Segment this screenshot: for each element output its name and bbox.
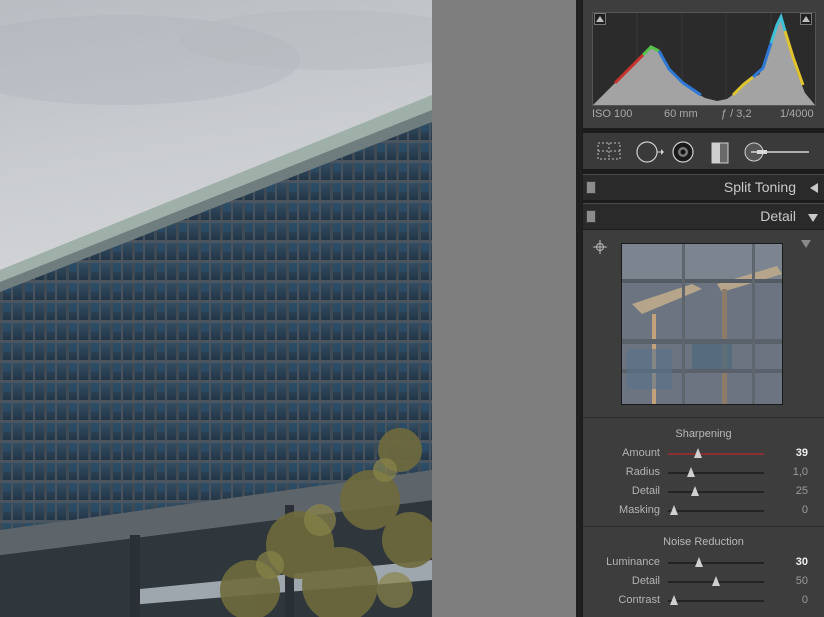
slider-label: Radius bbox=[625, 466, 660, 478]
focal-length-readout: 60 mm bbox=[664, 108, 698, 120]
slider-track[interactable] bbox=[668, 505, 764, 515]
slider-track[interactable] bbox=[668, 576, 764, 586]
sharpening-amount-slider[interactable]: Amount 39 bbox=[583, 445, 824, 463]
slider-value[interactable]: 0 bbox=[802, 504, 808, 516]
red-eye-icon[interactable] bbox=[671, 141, 695, 163]
photo-canvas[interactable] bbox=[0, 0, 432, 617]
spot-removal-icon[interactable] bbox=[635, 141, 665, 163]
building-photo bbox=[0, 10, 432, 617]
divider bbox=[583, 417, 824, 418]
graduated-filter-icon[interactable] bbox=[709, 141, 733, 165]
slider-track[interactable] bbox=[668, 448, 764, 458]
canvas-background bbox=[432, 0, 576, 617]
noise-reduction-title: Noise Reduction bbox=[663, 536, 744, 548]
iso-readout: ISO 100 bbox=[592, 108, 633, 120]
adjustment-brush-icon[interactable] bbox=[743, 141, 813, 163]
slider-thumb[interactable] bbox=[694, 557, 703, 567]
slider-thumb[interactable] bbox=[669, 595, 678, 605]
shadow-clipping-button[interactable] bbox=[594, 13, 606, 25]
slider-track[interactable] bbox=[668, 557, 764, 567]
slider-track[interactable] bbox=[668, 467, 764, 477]
preview-image bbox=[622, 244, 782, 404]
divider bbox=[583, 526, 824, 527]
slider-label: Luminance bbox=[606, 556, 660, 568]
highlight-clipping-button[interactable] bbox=[800, 13, 812, 25]
slider-label: Detail bbox=[631, 575, 660, 587]
slider-thumb[interactable] bbox=[693, 448, 702, 458]
slider-value[interactable]: 0 bbox=[802, 594, 808, 606]
detail-zoom-preview[interactable] bbox=[621, 243, 783, 405]
slider-value[interactable]: 50 bbox=[796, 575, 808, 587]
sharpening-detail-slider[interactable]: Detail 25 bbox=[583, 483, 824, 501]
slider-track[interactable] bbox=[668, 595, 764, 605]
aperture-readout: ƒ / 3,2 bbox=[721, 108, 752, 120]
panel-edge[interactable] bbox=[576, 0, 582, 617]
slider-thumb[interactable] bbox=[669, 505, 678, 515]
slider-track[interactable] bbox=[668, 486, 764, 496]
slider-value[interactable]: 30 bbox=[796, 556, 808, 568]
tool-strip bbox=[583, 133, 824, 169]
slider-label: Masking bbox=[619, 504, 660, 516]
slider-value[interactable]: 39 bbox=[796, 447, 808, 459]
histogram-curve bbox=[593, 12, 815, 105]
slider-value[interactable]: 25 bbox=[796, 485, 808, 497]
slider-thumb[interactable] bbox=[687, 467, 696, 477]
develop-right-panel: ISO 100 60 mm ƒ / 3,2 1/4000 Split Tonin… bbox=[576, 0, 824, 617]
slider-thumb[interactable] bbox=[690, 486, 699, 496]
preview-menu-icon[interactable] bbox=[801, 240, 811, 248]
slider-value[interactable]: 1,0 bbox=[793, 466, 808, 478]
sharpening-title: Sharpening bbox=[675, 428, 732, 440]
noise-reduction-luminance-slider[interactable]: Luminance 30 bbox=[583, 554, 824, 572]
slider-thumb[interactable] bbox=[712, 576, 720, 586]
noise-reduction-detail-slider[interactable]: Detail 50 bbox=[583, 573, 824, 591]
expanded-triangle-icon bbox=[808, 214, 818, 222]
collapsed-triangle-icon bbox=[810, 183, 818, 193]
slider-fill bbox=[668, 453, 764, 455]
noise-reduction-contrast-slider[interactable]: Contrast 0 bbox=[583, 592, 824, 610]
sharpening-masking-slider[interactable]: Masking 0 bbox=[583, 502, 824, 520]
slider-label: Amount bbox=[622, 447, 660, 459]
detail-header[interactable]: Detail bbox=[583, 203, 824, 229]
split-toning-toggle[interactable] bbox=[586, 181, 596, 194]
histogram-graph[interactable] bbox=[592, 12, 816, 106]
detail-title: Detail bbox=[760, 208, 796, 224]
crop-overlay-icon[interactable] bbox=[596, 141, 622, 161]
split-toning-title: Split Toning bbox=[723, 179, 796, 195]
sharpening-radius-slider[interactable]: Radius 1,0 bbox=[583, 464, 824, 482]
shutter-readout: 1/4000 bbox=[780, 108, 814, 120]
target-crosshair-icon[interactable] bbox=[593, 240, 607, 254]
detail-panel: Sharpening Amount 39 Radius 1,0 Detail 25 Mask… bbox=[583, 230, 824, 617]
detail-toggle[interactable] bbox=[586, 210, 596, 223]
slider-label: Contrast bbox=[618, 594, 660, 606]
histogram-panel: ISO 100 60 mm ƒ / 3,2 1/4000 bbox=[583, 0, 824, 128]
split-toning-header[interactable]: Split Toning bbox=[583, 174, 824, 200]
slider-label: Detail bbox=[631, 485, 660, 497]
